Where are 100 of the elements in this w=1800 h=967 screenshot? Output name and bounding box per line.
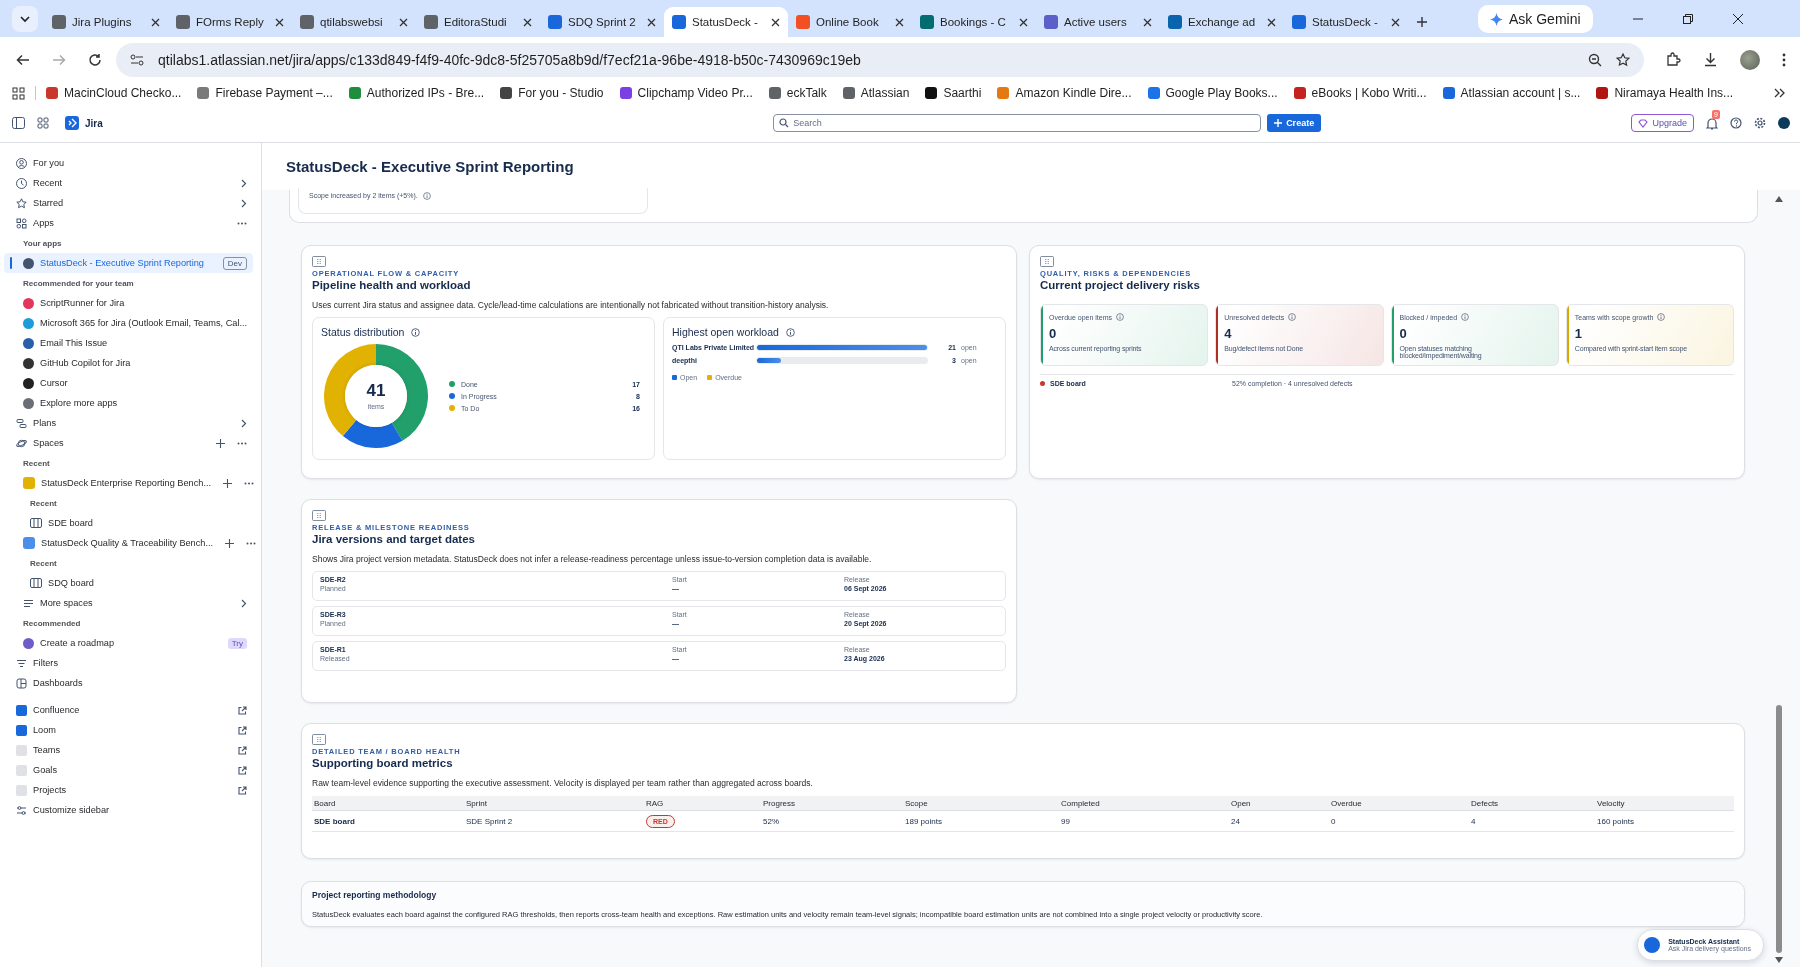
address-bar[interactable]: qtilabs1.atlassian.net/jira/apps/c133d849-f4f9-40fc-9dc8-5f25705a8b9d/f7ecf21a-96be-4918-b50c-7430969c19eb: [116, 42, 1644, 77]
scroll-thumb[interactable]: [1776, 705, 1782, 953]
download-icon[interactable]: [1703, 52, 1718, 67]
sidebar-item[interactable]: Recent: [4, 173, 253, 193]
create-button[interactable]: Create: [1267, 114, 1322, 132]
info-icon[interactable]: [422, 192, 431, 200]
upgrade-button[interactable]: Upgrade: [1631, 114, 1694, 132]
sidebar-item[interactable]: Teams: [4, 740, 253, 760]
sidebar-item[interactable]: Goals: [4, 760, 253, 780]
sidebar-item[interactable]: SDQ board: [4, 573, 253, 593]
drag-handle-icon[interactable]: [312, 734, 326, 745]
back-icon[interactable]: [16, 52, 30, 67]
sidebar-item[interactable]: Email This Issue: [4, 333, 253, 353]
bookmark[interactable]: eckTalk: [768, 86, 827, 100]
sidebar-item[interactable]: SDE board: [4, 513, 253, 533]
browser-tab[interactable]: StatusDeck -: [664, 7, 788, 37]
ask-gemini-button[interactable]: Ask Gemini: [1478, 5, 1593, 33]
external-link-icon[interactable]: [238, 705, 247, 715]
add-icon[interactable]: [216, 438, 225, 448]
chevron-icon[interactable]: [241, 198, 247, 208]
tab-list-button[interactable]: [12, 6, 38, 32]
more-icon[interactable]: [244, 481, 255, 485]
chevron-icon[interactable]: [241, 598, 247, 608]
close-icon[interactable]: [1143, 17, 1152, 27]
jira-logo-icon[interactable]: [65, 116, 79, 130]
chevron-icon[interactable]: [241, 178, 247, 188]
bookmark[interactable]: Saarthi: [925, 86, 982, 100]
scroll-down-icon[interactable]: [1775, 957, 1783, 963]
scroll-up-icon[interactable]: [1775, 196, 1783, 202]
external-link-icon[interactable]: [238, 785, 247, 795]
bookmark[interactable]: Niramaya Health Ins...: [1596, 86, 1734, 100]
sidebar-item[interactable]: Cursor: [4, 373, 253, 393]
close-icon[interactable]: [771, 17, 780, 27]
notifications-icon[interactable]: [1706, 116, 1718, 130]
sidebar-item[interactable]: Plans: [4, 413, 253, 433]
sidebar-item[interactable]: Microsoft 365 for Jira (Outlook Email, Teams, Cal...: [4, 313, 253, 333]
close-icon[interactable]: [523, 17, 532, 27]
info-icon[interactable]: [1288, 313, 1297, 321]
browser-tab[interactable]: Online Book: [788, 7, 912, 37]
site-settings-icon[interactable]: [130, 53, 144, 66]
profile-avatar[interactable]: [1740, 49, 1760, 70]
bookmark[interactable]: Amazon Kindle Dire...: [997, 86, 1132, 100]
restore-icon[interactable]: [1681, 13, 1694, 25]
sidebar-item[interactable]: Spaces: [4, 433, 253, 453]
add-icon[interactable]: [225, 538, 235, 548]
info-icon[interactable]: [785, 327, 795, 337]
close-icon[interactable]: [647, 17, 656, 27]
sidebar-item[interactable]: For you: [4, 153, 253, 173]
external-link-icon[interactable]: [238, 765, 247, 775]
sidebar-item[interactable]: Projects: [4, 780, 253, 800]
more-icon[interactable]: [237, 221, 247, 225]
bookmark[interactable]: For you - Studio: [500, 86, 604, 100]
sidebar-item[interactable]: ScriptRunner for Jira: [4, 293, 253, 313]
sidebar-item[interactable]: Dashboards: [4, 673, 253, 693]
sidebar-item[interactable]: StatusDeck Quality & Traceability Bench...: [4, 533, 253, 553]
more-icon[interactable]: [246, 541, 257, 545]
close-icon[interactable]: [399, 17, 408, 27]
browser-tab[interactable]: Exchange ad: [1160, 7, 1284, 37]
drag-handle-icon[interactable]: [312, 256, 326, 267]
app-switcher-icon[interactable]: [37, 117, 49, 129]
sidebar-item[interactable]: Filters: [4, 653, 253, 673]
info-icon[interactable]: [1657, 313, 1666, 321]
bookmark[interactable]: Clipchamp Video Pr...: [619, 86, 753, 100]
sidebar-toggle-icon[interactable]: [12, 117, 25, 129]
sidebar-item[interactable]: Apps: [4, 213, 253, 233]
close-icon[interactable]: [895, 17, 904, 27]
reload-icon[interactable]: [88, 52, 102, 67]
apps-grid-icon[interactable]: [12, 86, 25, 100]
bookmark[interactable]: Google Play Books...: [1147, 86, 1278, 100]
info-icon[interactable]: [411, 327, 421, 337]
more-icon[interactable]: [237, 441, 247, 445]
browser-tab[interactable]: SDQ Sprint 2: [540, 7, 664, 37]
external-link-icon[interactable]: [238, 725, 247, 735]
settings-icon[interactable]: [1754, 117, 1766, 129]
close-icon[interactable]: [1019, 17, 1028, 27]
new-tab-icon[interactable]: [1416, 16, 1428, 28]
close-icon[interactable]: [151, 17, 160, 27]
sidebar-item[interactable]: StatusDeck - Executive Sprint Reporting Dev: [4, 253, 253, 273]
sidebar-item[interactable]: Customize sidebar: [4, 800, 253, 820]
drag-handle-icon[interactable]: [312, 510, 326, 521]
info-icon[interactable]: [1461, 313, 1470, 321]
sidebar-item[interactable]: Loom: [4, 720, 253, 740]
sidebar-item[interactable]: StatusDeck Enterprise Reporting Bench...: [4, 473, 253, 493]
sidebar-item[interactable]: Confluence: [4, 700, 253, 720]
sidebar-item[interactable]: Create a roadmap Try: [4, 633, 253, 653]
bookmark[interactable]: Atlassian: [842, 86, 910, 100]
more-icon[interactable]: [1782, 52, 1786, 67]
close-icon[interactable]: [1391, 17, 1400, 27]
search-field[interactable]: Search: [773, 114, 1262, 132]
browser-tab[interactable]: Bookings - C: [912, 7, 1036, 37]
bookmark[interactable]: Firebase Payment –...: [197, 86, 333, 100]
more-bookmarks-icon[interactable]: [1774, 88, 1786, 98]
sidebar-item[interactable]: GitHub Copilot for Jira: [4, 353, 253, 373]
close-icon[interactable]: [1731, 13, 1744, 25]
sidebar-item[interactable]: Starred: [4, 193, 253, 213]
extensions-icon[interactable]: [1666, 52, 1681, 67]
browser-tab[interactable]: qtilabswebsi: [292, 7, 416, 37]
user-avatar[interactable]: [1778, 117, 1790, 129]
bookmark[interactable]: Authorized IPs - Bre...: [348, 86, 485, 100]
help-icon[interactable]: [1730, 117, 1742, 129]
